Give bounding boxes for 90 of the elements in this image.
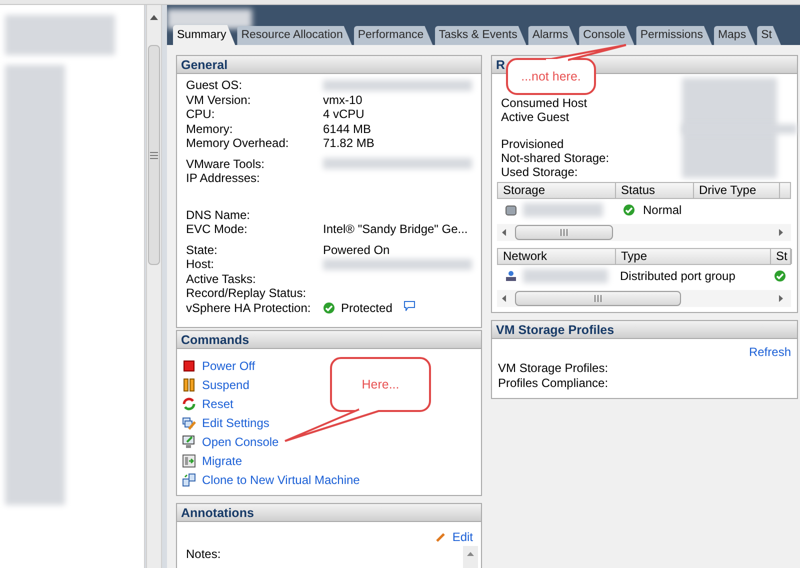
pencil-icon (182, 416, 196, 430)
edit-link[interactable]: Edit (452, 528, 473, 546)
column-header[interactable]: Network (498, 249, 616, 264)
column-header[interactable]: Storage (498, 183, 616, 198)
pause-icon (182, 378, 196, 392)
command-link[interactable]: Suspend (202, 376, 250, 394)
check-icon (623, 204, 635, 216)
table-cell-text: Distributed port group (619, 268, 736, 285)
datastore-icon (505, 204, 517, 216)
command-link[interactable]: Power Off (202, 357, 256, 375)
field-value: Protected (341, 300, 392, 315)
field-label: Active Guest (501, 110, 570, 124)
field-label: IP Addresses: (186, 171, 261, 186)
tab[interactable]: Resource Allocation (237, 26, 352, 45)
scroll-thumb[interactable] (515, 291, 681, 306)
command-link[interactable]: Edit Settings (202, 414, 270, 432)
field-label: Memory Overhead: (186, 136, 290, 150)
field-label: VMware Tools: (186, 156, 266, 171)
field-value: Powered On (323, 242, 390, 257)
stop-icon (182, 359, 196, 373)
scroll-right-icon (779, 229, 783, 236)
pencil-icon (436, 532, 446, 542)
scroll-left-icon (502, 229, 506, 236)
field-value: Intel® "Sandy Bridge" Ge... (323, 222, 468, 236)
scroll-right-icon (779, 295, 783, 302)
field-label: DNS Name: (186, 208, 252, 222)
tab[interactable]: Tasks & Events (434, 26, 526, 45)
field-label: Host: (186, 257, 216, 272)
migrate-icon (182, 454, 196, 468)
tab[interactable]: Maps (714, 26, 756, 45)
table-cell-text: Normal (643, 202, 682, 219)
panel-header: VM Storage Profiles (492, 321, 797, 339)
field-value: 4 vCPU (323, 107, 364, 122)
comment-icon (404, 300, 416, 311)
field-label: Notes: (186, 546, 221, 563)
tab[interactable]: Performance (354, 26, 433, 45)
refresh-icon (182, 397, 196, 411)
callout-text: Here... (360, 376, 400, 394)
command-link[interactable]: Open Console (202, 433, 279, 451)
field-value: 6144 MB (323, 122, 372, 136)
refresh-link[interactable]: Refresh (748, 343, 791, 361)
scroll-up-icon (467, 552, 474, 556)
column-header[interactable]: Status (616, 183, 694, 198)
command-link[interactable]: Clone to New Virtual Machine (202, 471, 360, 489)
field-label: Provisioned (501, 137, 565, 151)
field-label: Profiles Compliance: (498, 376, 608, 391)
scroll-left-icon (502, 295, 506, 302)
horizontal-scrollbar[interactable] (497, 290, 791, 307)
field-value: vmx-10 (323, 92, 362, 107)
command-link[interactable]: Migrate (202, 452, 242, 470)
scroll-thumb[interactable] (515, 225, 613, 240)
field-label: Used Storage: (501, 165, 579, 179)
tab[interactable]: Summary (173, 25, 236, 45)
field-label: Record/Replay Status: (186, 286, 308, 300)
field-label: Consumed Host (501, 96, 588, 110)
panel-header: General (177, 56, 481, 74)
scrollbar[interactable] (463, 546, 478, 568)
panel-header: Annotations (177, 504, 481, 522)
horizontal-scrollbar[interactable] (497, 224, 791, 241)
column-header[interactable]: Type (616, 249, 771, 264)
tab[interactable]: Alarms (528, 26, 578, 45)
column-header[interactable]: Drive Type (694, 183, 780, 198)
field-label: Not-shared Storage: (501, 151, 610, 165)
network-icon (505, 270, 517, 282)
field-label: VM Version: (186, 92, 252, 107)
copy-icon (182, 473, 196, 487)
field-label: Memory: (186, 122, 234, 136)
column-header[interactable]: St (771, 249, 792, 264)
tab[interactable]: St (757, 26, 781, 45)
grip-icon (594, 295, 602, 302)
scroll-thumb[interactable] (148, 45, 160, 265)
field-label: EVC Mode: (186, 222, 248, 236)
scroll-up-icon (150, 15, 158, 20)
grip-icon (560, 229, 568, 236)
check-icon (323, 302, 335, 314)
tab[interactable]: Console (579, 26, 634, 45)
field-label: CPU: (186, 107, 216, 122)
panel-header: Commands (177, 331, 481, 349)
grip-icon (150, 152, 158, 159)
monitor-icon (182, 435, 196, 449)
scrollbar[interactable] (146, 5, 162, 568)
tab[interactable]: Permissions (636, 26, 712, 45)
field-label: State: (186, 242, 218, 257)
field-label: VM Storage Profiles: (498, 361, 608, 376)
field-label: vSphere HA Protection: (186, 300, 312, 315)
check-icon (774, 270, 786, 282)
command-link[interactable]: Reset (202, 395, 234, 413)
field-label: Guest OS: (186, 78, 244, 92)
field-value: 71.82 MB (323, 136, 374, 150)
field-label: Active Tasks: (186, 272, 257, 286)
